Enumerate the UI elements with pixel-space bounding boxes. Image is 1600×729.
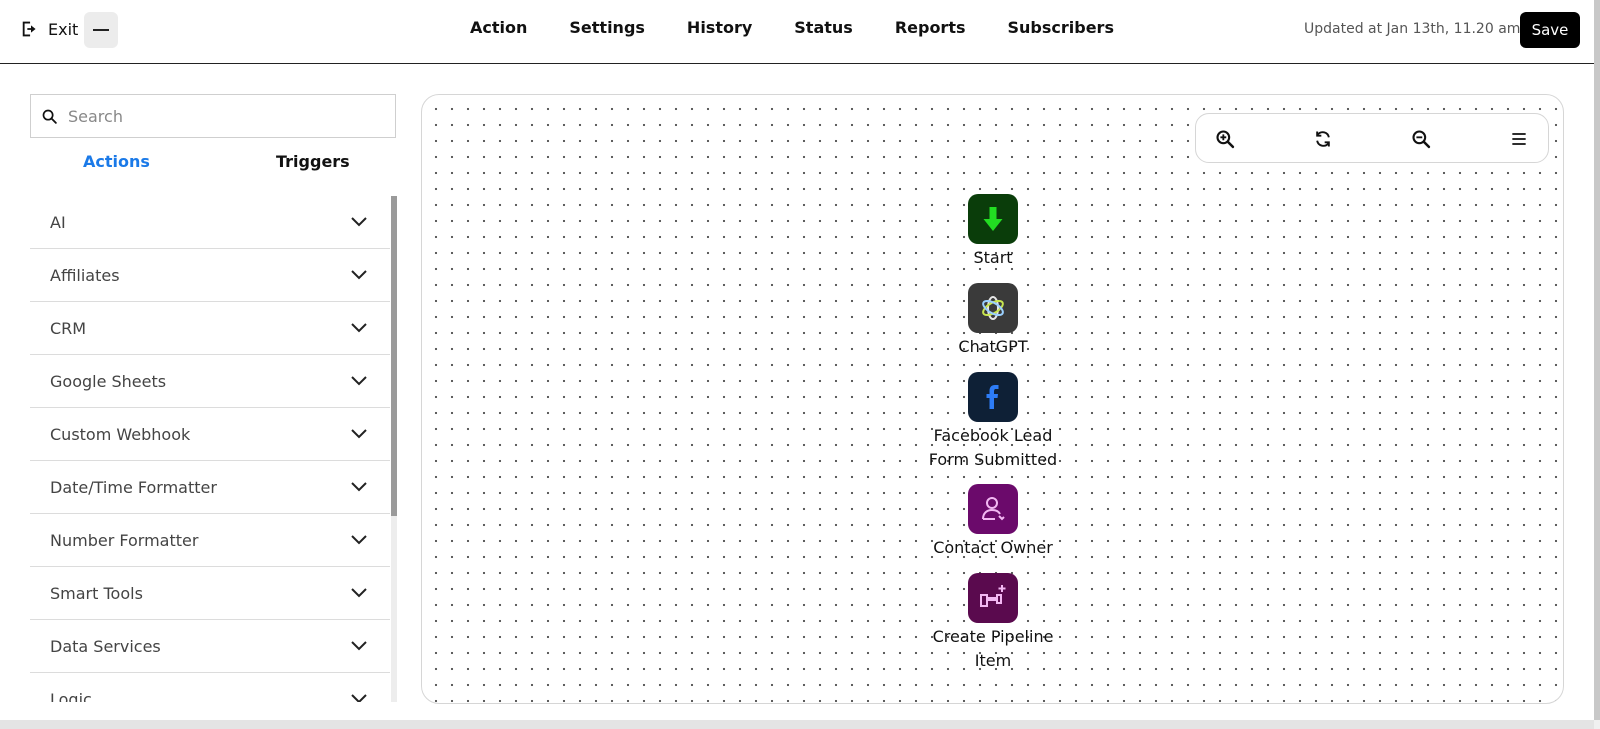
node-start-icon-box[interactable] [968,194,1018,244]
node-label: Start [973,248,1013,267]
node-chatgpt-icon-box[interactable] [968,283,1018,333]
category-google-sheets[interactable]: Google Sheets [30,355,390,408]
sidebar: Actions Triggers AI Affiliates CRM Googl… [30,94,397,702]
refresh-icon [1316,131,1330,147]
chevron-down-icon [351,429,367,439]
node-facebook-icon-box[interactable] [968,372,1018,422]
contact-owner-icon [982,497,1005,521]
sidebar-tabs: Actions Triggers [30,152,396,186]
category-label: Smart Tools [50,583,143,603]
top-bar: Exit Action Settings History Status Repo… [0,0,1600,64]
nav-history[interactable]: History [687,18,752,37]
category-data-services[interactable]: Data Services [30,620,390,673]
nav-subscribers[interactable]: Subscribers [1008,18,1114,37]
category-number-formatter[interactable]: Number Formatter [30,514,390,567]
category-label: Logic [50,689,92,703]
category-label: Affiliates [50,265,120,285]
category-label: Date/Time Formatter [50,477,217,497]
node-contact-owner-icon-box[interactable] [968,484,1018,534]
category-logic[interactable]: Logic [30,673,390,702]
node-create-pipeline-item[interactable]: Create Pipeline Item [908,573,1078,673]
chevron-down-icon [351,323,367,333]
chevron-down-icon [351,217,367,227]
category-list: AI Affiliates CRM Google Sheets Custom W… [30,196,390,702]
chevron-down-icon [351,694,367,702]
category-custom-webhook[interactable]: Custom Webhook [30,408,390,461]
chevron-down-icon [351,588,367,598]
zoom-in-button[interactable] [1214,128,1236,150]
category-label: Custom Webhook [50,424,191,444]
refresh-button[interactable] [1312,128,1334,150]
exit-icon [22,21,36,37]
node-chatgpt[interactable]: ChatGPT [908,283,1078,359]
exit-label: Exit [48,19,79,39]
zoom-out-button[interactable] [1410,128,1432,150]
tab-triggers[interactable]: Triggers [276,152,350,171]
node-label: Create Pipeline Item [932,627,1054,670]
horizontal-scrollbar[interactable] [0,720,1594,729]
node-pipeline-icon-box[interactable] [968,573,1018,623]
category-smart-tools[interactable]: Smart Tools [30,567,390,620]
node-label: Facebook Lead Form Submitted [928,426,1058,469]
category-scrollbar[interactable] [391,196,397,702]
openai-icon [982,296,1004,320]
category-label: CRM [50,318,87,338]
category-label: Number Formatter [50,530,199,550]
node-label: ChatGPT [958,337,1028,356]
canvas-toolbar [1195,113,1549,163]
tab-actions[interactable]: Actions [83,152,150,171]
nav-settings[interactable]: Settings [569,18,645,37]
nav-action[interactable]: Action [470,18,527,37]
category-scrollbar-thumb[interactable] [391,196,397,516]
workflow-canvas[interactable]: Start ChatGPT Facebook Lead Form Submitt… [421,94,1564,704]
exit-button[interactable]: Exit [20,18,78,40]
search-icon [42,109,57,124]
chevron-down-icon [351,535,367,545]
chevron-down-icon [351,376,367,386]
search-box[interactable] [30,94,396,138]
node-label: Contact Owner [933,538,1053,557]
nav-reports[interactable]: Reports [895,18,966,37]
nav-status[interactable]: Status [794,18,853,37]
category-ai[interactable]: AI [30,196,390,249]
facebook-icon [986,385,999,409]
top-nav: Action Settings History Status Reports S… [470,18,1114,37]
category-affiliates[interactable]: Affiliates [30,249,390,302]
chevron-down-icon [351,270,367,280]
zoom-in-icon [1216,130,1235,149]
minus-icon [93,29,109,31]
menu-icon [1512,133,1526,145]
page-scrollbar-thumb[interactable] [1594,0,1600,720]
node-facebook-lead-form[interactable]: Facebook Lead Form Submitted [908,372,1078,472]
save-button[interactable]: Save [1520,12,1580,48]
chevron-down-icon [351,482,367,492]
category-date-time-formatter[interactable]: Date/Time Formatter [30,461,390,514]
node-start[interactable]: Start [908,194,1078,270]
updated-timestamp: Updated at Jan 13th, 11.20 am [1304,21,1521,37]
arrow-down-icon [983,207,1003,231]
menu-button[interactable] [1508,128,1530,150]
chevron-down-icon [351,641,367,651]
category-crm[interactable]: CRM [30,302,390,355]
search-input[interactable] [68,106,368,126]
node-contact-owner[interactable]: Contact Owner [908,484,1078,560]
category-label: Google Sheets [50,371,167,391]
zoom-out-icon [1412,130,1431,149]
category-label: Data Services [50,636,161,656]
collapse-button[interactable] [84,12,118,48]
page-scrollbar[interactable] [1594,0,1600,729]
pipeline-icon [980,585,1006,607]
category-label: AI [50,212,66,232]
